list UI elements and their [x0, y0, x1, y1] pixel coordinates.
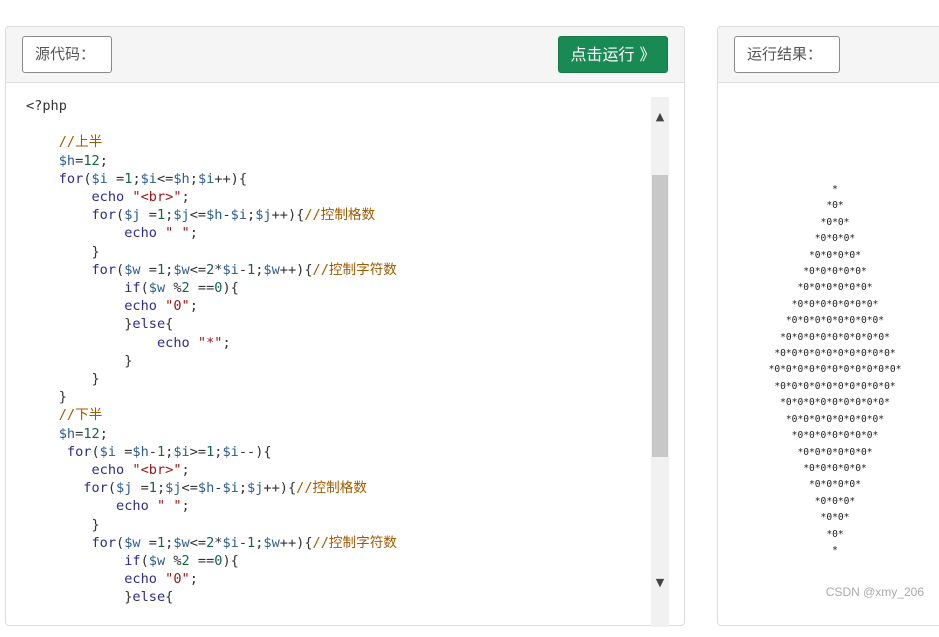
output-line: *0*0*0*	[814, 495, 856, 507]
code-line: //下半	[58, 407, 103, 424]
code-editor[interactable]: <?php //上半 $h=12; for($i =1;$i<=$h;$i++)…	[26, 97, 686, 637]
code-line: for($j =1;$j<=$h-$i;$j++){//控制格数	[83, 480, 367, 497]
code-line: for($w =1;$w<=2*$i-1;$w++){//控制字符数	[91, 261, 397, 278]
source-code-panel: 源代码： 点击运行 》 <?php //上半 $h=12; for($i =1;…	[5, 26, 685, 627]
scroll-up-icon[interactable]: ▲	[651, 107, 669, 127]
code-line: echo "<br>";	[91, 189, 190, 206]
code-line: $h=12;	[58, 152, 108, 169]
code-scrollbar[interactable]: ▲ ▼	[651, 97, 669, 627]
output-line: *0*0*0*0*0*	[803, 266, 867, 278]
code-line: }else{	[26, 316, 174, 333]
output-line: *0*0*	[820, 512, 850, 524]
code-text[interactable]: <?php //上半 $h=12; for($i =1;$i<=$h;$i++)…	[26, 97, 686, 607]
output-line: *0*0*0*	[814, 233, 856, 245]
output-line: *0*0*0*0*0*0*	[797, 282, 873, 294]
scroll-down-icon[interactable]: ▼	[651, 573, 669, 593]
output-line: *0*0*0*0*0*0*	[797, 446, 873, 458]
output-text: * *0* *0*0* *0*0*0* *0*0*0*0* *0*0*0*0*0* *0*0…	[740, 182, 930, 559]
scroll-thumb[interactable]	[652, 175, 668, 457]
code-line: }	[26, 516, 100, 533]
source-code-label: 源代码：	[22, 36, 112, 73]
code-line: //上半	[58, 134, 103, 151]
code-line: $h=12;	[58, 425, 108, 442]
output-line: *0*	[826, 200, 844, 212]
output-line: *0*0*0*0*0*0*0*	[791, 430, 879, 442]
code-line: for($i =1;$i<=$h;$i++){	[58, 170, 248, 187]
code-line: echo "0";	[124, 571, 198, 588]
code-line: for($i =$h-1;$i>=1;$i--){	[66, 443, 272, 460]
output-line: *0*0*0*0*	[809, 479, 861, 491]
code-line: }	[26, 352, 133, 369]
output-line: *0*	[826, 528, 844, 540]
code-line: echo "*";	[156, 334, 231, 351]
output-line: *0*0*0*0*0*0*0*0*0*0*	[774, 380, 896, 392]
output-line: *	[832, 184, 838, 195]
result-label: 运行结果：	[734, 36, 840, 73]
source-panel-header: 源代码： 点击运行 》	[6, 27, 684, 83]
output-line: *0*0*0*0*	[809, 249, 861, 261]
code-line: for($w =1;$w<=2*$i-1;$w++){//控制字符数	[91, 534, 397, 551]
output-line: *0*0*0*0*0*	[803, 462, 867, 474]
code-line: echo " ";	[124, 225, 198, 242]
output-line: *0*0*0*0*0*0*0*0*0*	[780, 397, 890, 409]
code-line: <?php	[26, 98, 67, 114]
code-line: }	[26, 243, 100, 260]
code-line: }	[26, 389, 67, 406]
code-line: }	[26, 371, 100, 388]
output-line: *0*0*0*0*0*0*0*0*	[785, 315, 885, 327]
result-panel: 运行结果： * *0* *0*0* *0*0*0* *0*0*0*0* *0*0*0*0*…	[717, 26, 939, 626]
watermark: CSDN @xmy_206	[825, 585, 924, 599]
output-line: *0*0*0*0*0*0*0*0*0*0*	[774, 348, 896, 360]
run-button[interactable]: 点击运行 》	[558, 36, 668, 73]
code-line: }else{	[26, 589, 174, 606]
output-line: *0*0*	[820, 216, 850, 228]
output-line: *0*0*0*0*0*0*0*0*0*	[780, 331, 890, 343]
output-line: *	[832, 544, 838, 556]
output-line: *0*0*0*0*0*0*0*	[791, 298, 879, 310]
code-line: echo "0";	[124, 298, 198, 315]
output-line: *0*0*0*0*0*0*0*0*	[785, 413, 885, 425]
code-line: echo "<br>";	[91, 462, 190, 479]
result-panel-header: 运行结果：	[718, 27, 939, 83]
code-line: if($w %2 ==0){	[124, 280, 239, 297]
code-line: echo " ";	[116, 498, 190, 515]
code-line: if($w %2 ==0){	[124, 553, 239, 570]
code-line: for($j =1;$j<=$h-$i;$j++){//控制格数	[91, 207, 376, 224]
output-line: *0*0*0*0*0*0*0*0*0*0*0*	[768, 364, 902, 376]
